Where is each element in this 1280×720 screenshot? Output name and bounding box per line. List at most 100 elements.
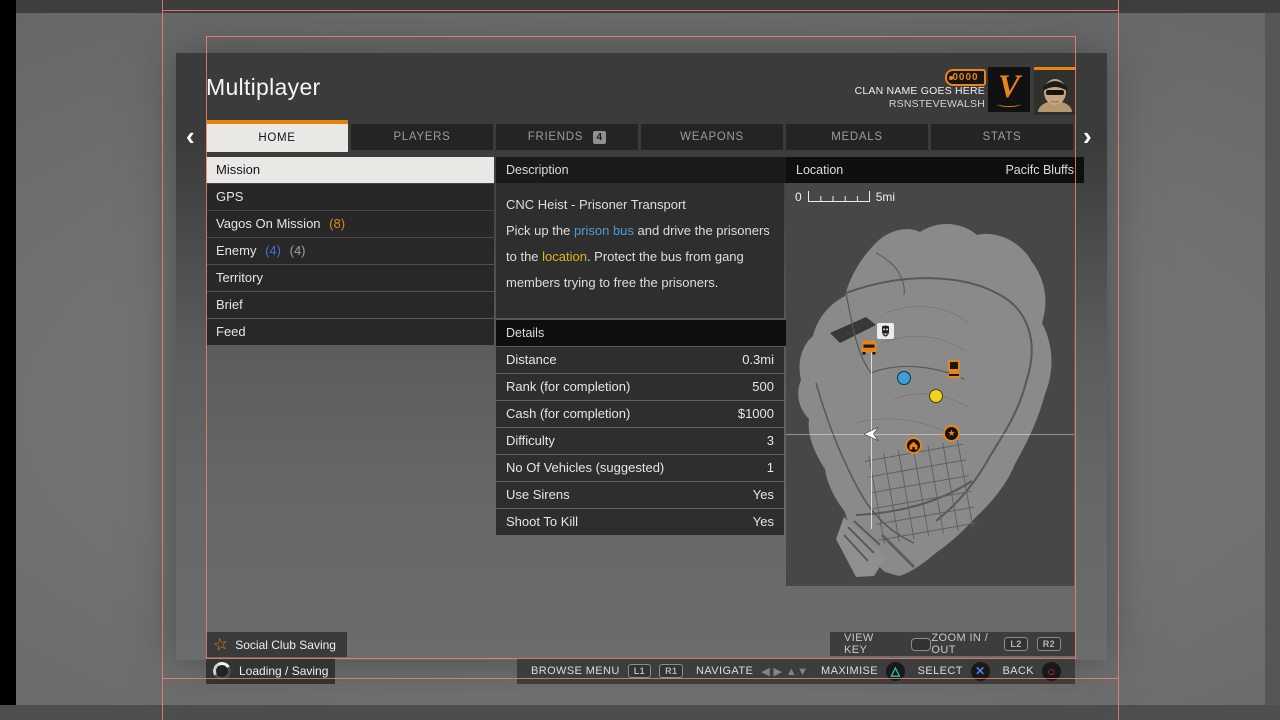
tab-label: PLAYERS xyxy=(393,131,450,143)
detail-label: No Of Vehicles (suggested) xyxy=(506,455,664,481)
table-row: Cash (for completion) $1000 xyxy=(496,401,784,427)
l2-button[interactable]: L2 xyxy=(1004,637,1027,651)
triangle-button-icon[interactable]: △ xyxy=(886,662,905,681)
menu-item-label: GPS xyxy=(216,189,243,204)
location-label: Location xyxy=(796,157,843,183)
player-name: RSNSTEVEWALSH xyxy=(889,98,985,110)
minimap: 0 5mi xyxy=(786,183,1074,586)
tab-players[interactable]: PLAYERS xyxy=(351,124,493,150)
enemy-count-gray: (4) xyxy=(290,243,306,258)
mission-menu-list: Mission GPS Vagos On Mission (8) Enemy (… xyxy=(206,157,494,346)
table-row: Difficulty 3 xyxy=(496,428,784,454)
circle-button-icon[interactable]: ○ xyxy=(1042,662,1061,681)
detail-value: 3 xyxy=(767,428,774,454)
menu-item-label: Enemy xyxy=(216,243,256,258)
details-header: Details xyxy=(496,320,789,346)
vagos-count: (8) xyxy=(329,216,345,231)
loading-status: Loading / Saving xyxy=(206,658,335,684)
menu-item-enemy[interactable]: Enemy (4) (4) xyxy=(206,238,494,264)
browse-menu-label: BROWSE MENU xyxy=(531,665,620,677)
table-row: No Of Vehicles (suggested) 1 xyxy=(496,455,784,481)
tabs-prev-icon[interactable]: ‹ xyxy=(186,126,195,146)
right-letterbox xyxy=(1265,13,1280,705)
yellow-dot-icon xyxy=(929,389,943,403)
social-club-status: ☆ Social Club Saving xyxy=(206,632,347,657)
r2-button[interactable]: R2 xyxy=(1037,637,1061,651)
tab-label: HOME xyxy=(258,132,295,144)
tab-home[interactable]: HOME xyxy=(206,120,348,152)
avatar xyxy=(1034,67,1076,115)
bottom-letterbox xyxy=(0,705,1280,720)
table-row: Rank (for completion) 500 xyxy=(496,374,784,400)
mission-title: CNC Heist - Prisoner Transport xyxy=(506,192,774,218)
cross-button-icon[interactable]: ✕ xyxy=(971,662,990,681)
menu-item-brief[interactable]: Brief xyxy=(206,292,494,318)
menu-item-territory[interactable]: Territory xyxy=(206,265,494,291)
mission-briefing: Pick up the prison bus and drive the pri… xyxy=(506,218,774,296)
friends-count-badge: 4 xyxy=(593,131,606,144)
map-scale: 0 5mi xyxy=(795,190,895,204)
social-club-label: Social Club Saving xyxy=(235,638,336,652)
tab-stats[interactable]: STATS xyxy=(931,124,1073,150)
crosshair-horizontal xyxy=(786,434,1074,435)
terminal-icon xyxy=(945,359,963,384)
location-link: location xyxy=(542,249,587,264)
table-row: Shoot To Kill Yes xyxy=(496,509,784,535)
r1-button[interactable]: R1 xyxy=(659,664,683,678)
details-table: Distance 0.3mi Rank (for completion) 500… xyxy=(496,347,784,536)
social-club-star-icon: ☆ xyxy=(211,635,229,655)
game-screen: Multiplayer 0000 CLAN NAME GOES HERE RSN… xyxy=(0,0,1280,720)
table-row: Distance 0.3mi xyxy=(496,347,784,373)
detail-value: 0.3mi xyxy=(742,347,774,373)
tab-label: STATS xyxy=(983,131,1022,143)
maximise-label: MAXIMISE xyxy=(821,665,878,677)
navigate-label: NAVIGATE xyxy=(696,665,753,677)
money-badge: 0000 xyxy=(945,69,986,86)
clan-name: CLAN NAME GOES HERE xyxy=(855,85,985,97)
description-header: Description xyxy=(496,157,789,183)
detail-label: Rank (for completion) xyxy=(506,374,630,400)
detail-label: Difficulty xyxy=(506,428,555,454)
menu-item-gps[interactable]: GPS xyxy=(206,184,494,210)
detail-label: Use Sirens xyxy=(506,482,570,508)
back-label: BACK xyxy=(1002,665,1034,677)
detail-value: 1 xyxy=(767,455,774,481)
menu-item-label: Territory xyxy=(216,270,263,285)
touchpad-button-icon[interactable] xyxy=(911,638,931,651)
location-header: Location Pacifc Bluffs xyxy=(786,157,1084,183)
safehouse-icon xyxy=(905,437,922,454)
scale-ruler xyxy=(808,191,870,203)
detail-value: Yes xyxy=(753,482,774,508)
l1-button[interactable]: L1 xyxy=(628,664,651,678)
menu-item-label: Feed xyxy=(216,324,246,339)
tab-label: FRIENDS xyxy=(528,131,583,143)
select-label: SELECT xyxy=(918,665,963,677)
v-logo: V xyxy=(988,67,1030,112)
tab-weapons[interactable]: WEAPONS xyxy=(641,124,783,150)
detail-value: $1000 xyxy=(738,401,774,427)
page-title: Multiplayer xyxy=(206,74,321,101)
description-body: CNC Heist - Prisoner Transport Pick up t… xyxy=(496,183,784,318)
tab-friends[interactable]: FRIENDS 4 xyxy=(496,124,638,150)
detail-label: Cash (for completion) xyxy=(506,401,630,427)
zoom-in-out-label: ZOOM IN / OUT xyxy=(931,632,995,656)
controller-prompt-bar: BROWSE MENU L1 R1 NAVIGATE ◀ ▶ ▲▼ MAXIMI… xyxy=(517,658,1075,684)
top-letterbox xyxy=(16,0,1280,13)
detail-label: Distance xyxy=(506,347,557,373)
prison-bus-link: prison bus xyxy=(574,223,634,238)
menu-item-label: Mission xyxy=(216,162,260,177)
dpad-arrows-icon[interactable]: ◀ ▶ ▲▼ xyxy=(761,665,808,678)
detail-label: Shoot To Kill xyxy=(506,509,578,535)
map-island xyxy=(786,183,1074,586)
detail-value: Yes xyxy=(753,509,774,535)
loading-spinner-icon xyxy=(211,660,233,682)
menu-item-label: Brief xyxy=(216,297,243,312)
menu-item-mission[interactable]: Mission xyxy=(206,157,494,183)
tab-medals[interactable]: MEDALS xyxy=(786,124,928,150)
tabs-next-icon[interactable]: › xyxy=(1083,126,1092,146)
menu-item-vagos[interactable]: Vagos On Mission (8) xyxy=(206,211,494,237)
menu-item-feed[interactable]: Feed xyxy=(206,319,494,345)
scale-start: 0 xyxy=(795,190,802,204)
enemy-count-blue: (4) xyxy=(265,243,281,258)
detail-value: 500 xyxy=(752,374,774,400)
